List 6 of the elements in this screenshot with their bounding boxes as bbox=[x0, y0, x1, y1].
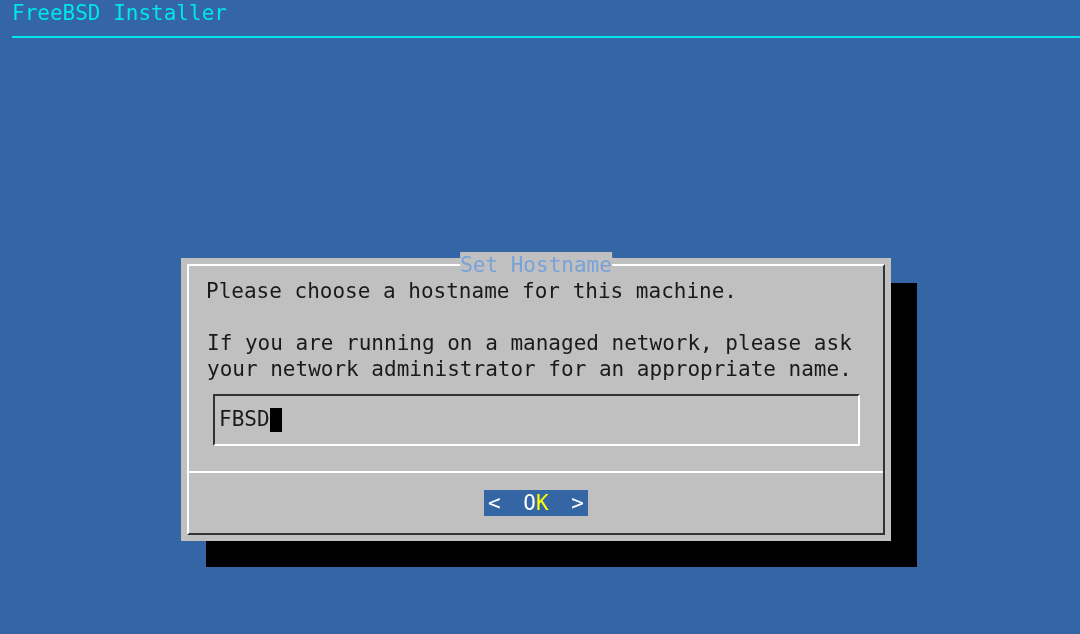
text-cursor bbox=[269, 408, 282, 432]
message-paragraph: If you are running on a managed network, please ask your network administrator for an appropriate name. bbox=[206, 330, 852, 382]
ok-button[interactable]: < OK > bbox=[484, 490, 588, 516]
installer-title: FreeBSD Installer bbox=[12, 0, 227, 26]
hostname-input[interactable]: FBSD bbox=[213, 394, 860, 446]
message-paragraph: Please choose a hostname for this machine. bbox=[206, 278, 737, 304]
